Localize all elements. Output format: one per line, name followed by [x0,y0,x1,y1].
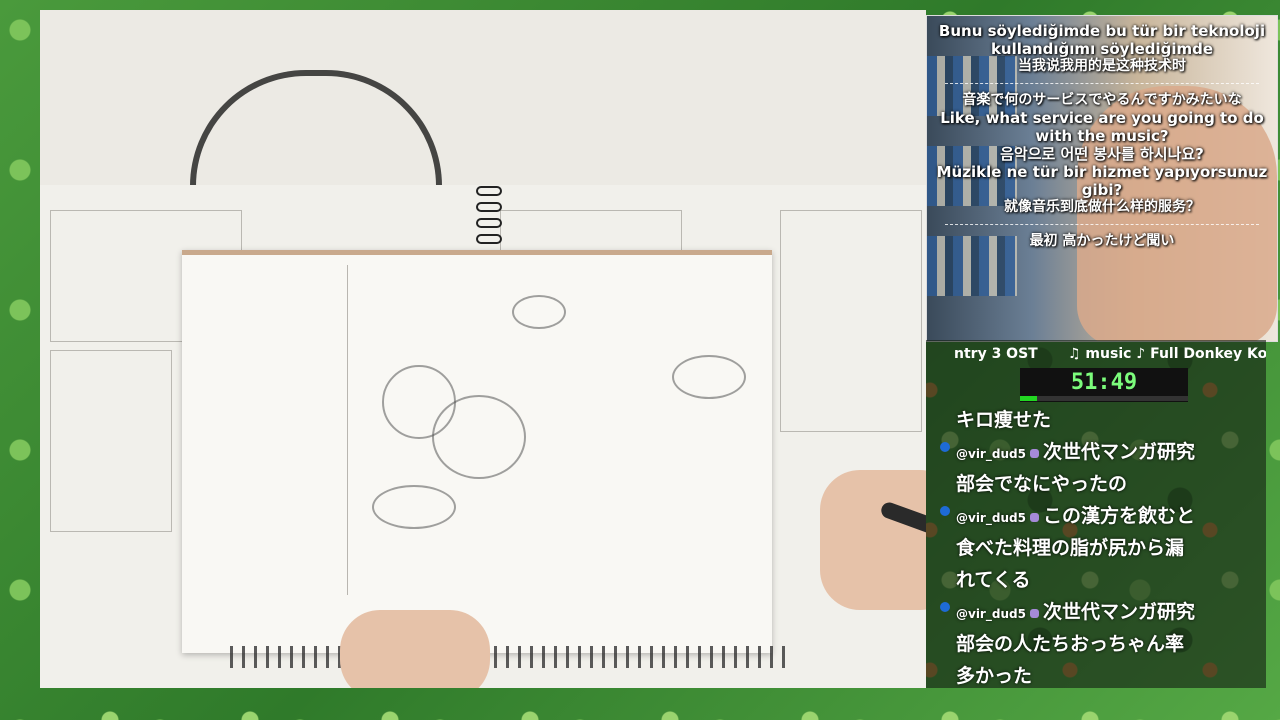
chat-message: 部会の人たちおっちゃん率 [926,628,1266,660]
chat-message: 食べた料理の脂が尻から漏 [926,532,1266,564]
subtitle-line: Like, what service are you going to do [940,109,1264,127]
user-badge-icon [1029,513,1039,522]
now-playing-right: ♫ music ♪ Full Donkey Kor [1068,346,1266,362]
subtitle-line: gibi? [1081,181,1123,199]
chat-message-text: この漢方を飲むと [1042,505,1195,527]
notebook-rings [476,180,506,260]
chat-username[interactable]: @vir_dud5 [956,511,1026,525]
chat-message-text: 次世代マンガ研究 [1042,441,1195,463]
webcam-feed: Bunu söylediğimde bu tür bir teknoloji k… [926,15,1278,342]
subtitle-line: Müzikle ne tür bir hizmet yapıyorsunuz [936,163,1268,181]
user-badge-icon [1029,609,1039,618]
subtitle-line: with the music? [1035,127,1169,145]
right-hand [820,470,926,610]
user-badge-icon [1029,449,1039,458]
subtitle-line: 就像音乐到底做什么样的服务？ [1004,199,1200,215]
chat-message: キロ痩せた [926,404,1266,436]
subtitle-line: 音楽で何のサービスでやるんですかみたいな [962,92,1242,108]
timer-progress-bar [1020,396,1188,401]
notebook-spiral [230,646,790,668]
subtitle-overlay: Bunu söylediğimde bu tür bir teknoloji k… [927,16,1277,341]
sketch-panel [780,210,922,432]
chat-message-text: 部会でなにやったの [956,473,1128,495]
sketch-sheet-top [40,10,926,200]
left-hand [340,610,490,688]
subtitle-separator [945,83,1259,84]
chat-message: @vir_dud5 この漢方を飲むと [926,500,1266,532]
chat-messages: キロ痩せた @vir_dud5 次世代マンガ研究 部会でなにやったの @vir_dud5… [926,404,1266,688]
chat-message-text: 食べた料理の脂が尻から漏 [956,537,1185,559]
chat-message-text: れてくる [956,569,1031,591]
chat-dot-icon [940,442,950,452]
subtitle-line: 음악으로 어떤 봉사를 하시나요? [1000,145,1204,163]
now-playing-ticker: ntry 3 OST ♫ music ♪ Full Donkey Kor [926,344,1266,366]
chat-message-text: 部会の人たちおっちゃん率 [956,633,1185,655]
doodle-sphere [432,395,526,479]
timer-progress-fill [1020,396,1037,401]
notebook-divider [347,265,348,595]
now-playing-left: ntry 3 OST [954,346,1038,362]
chat-message-text: 多かった [956,665,1033,687]
chat-message: @vir_dud5 次世代マンガ研究 [926,436,1266,468]
sketch-panel [500,210,682,252]
chat-message: 部会でなにやったの [926,468,1266,500]
chat-panel: ntry 3 OST ♫ music ♪ Full Donkey Kor 51:… [926,340,1266,688]
chat-username[interactable]: @vir_dud5 [956,447,1026,461]
subtitle-line: Bunu söylediğimde bu tür bir teknoloji [938,22,1266,40]
subtitle-line: 最初 高かったけど聞い [1029,233,1175,249]
overhead-camera-feed [40,10,926,688]
doodle-fish [372,485,456,529]
subtitle-line: kullandığımı söylediğimde [990,40,1214,58]
open-notebook [182,250,772,653]
chat-message-text: 次世代マンガ研究 [1042,601,1195,623]
doodle-creature [672,355,746,399]
doodle-creature [512,295,566,329]
chat-dot-icon [940,602,950,612]
chat-username[interactable]: @vir_dud5 [956,607,1026,621]
chat-message: @vir_dud5 次世代マンガ研究 [926,596,1266,628]
subtitle-line: 当我说我用的是这种技术时 [1018,58,1186,74]
chat-message: 多かった [926,660,1266,688]
chat-dot-icon [940,506,950,516]
chat-message: れてくる [926,564,1266,596]
chat-message-text: キロ痩せた [956,409,1052,431]
sketch-panel [50,350,172,532]
subtitle-separator [945,224,1259,225]
